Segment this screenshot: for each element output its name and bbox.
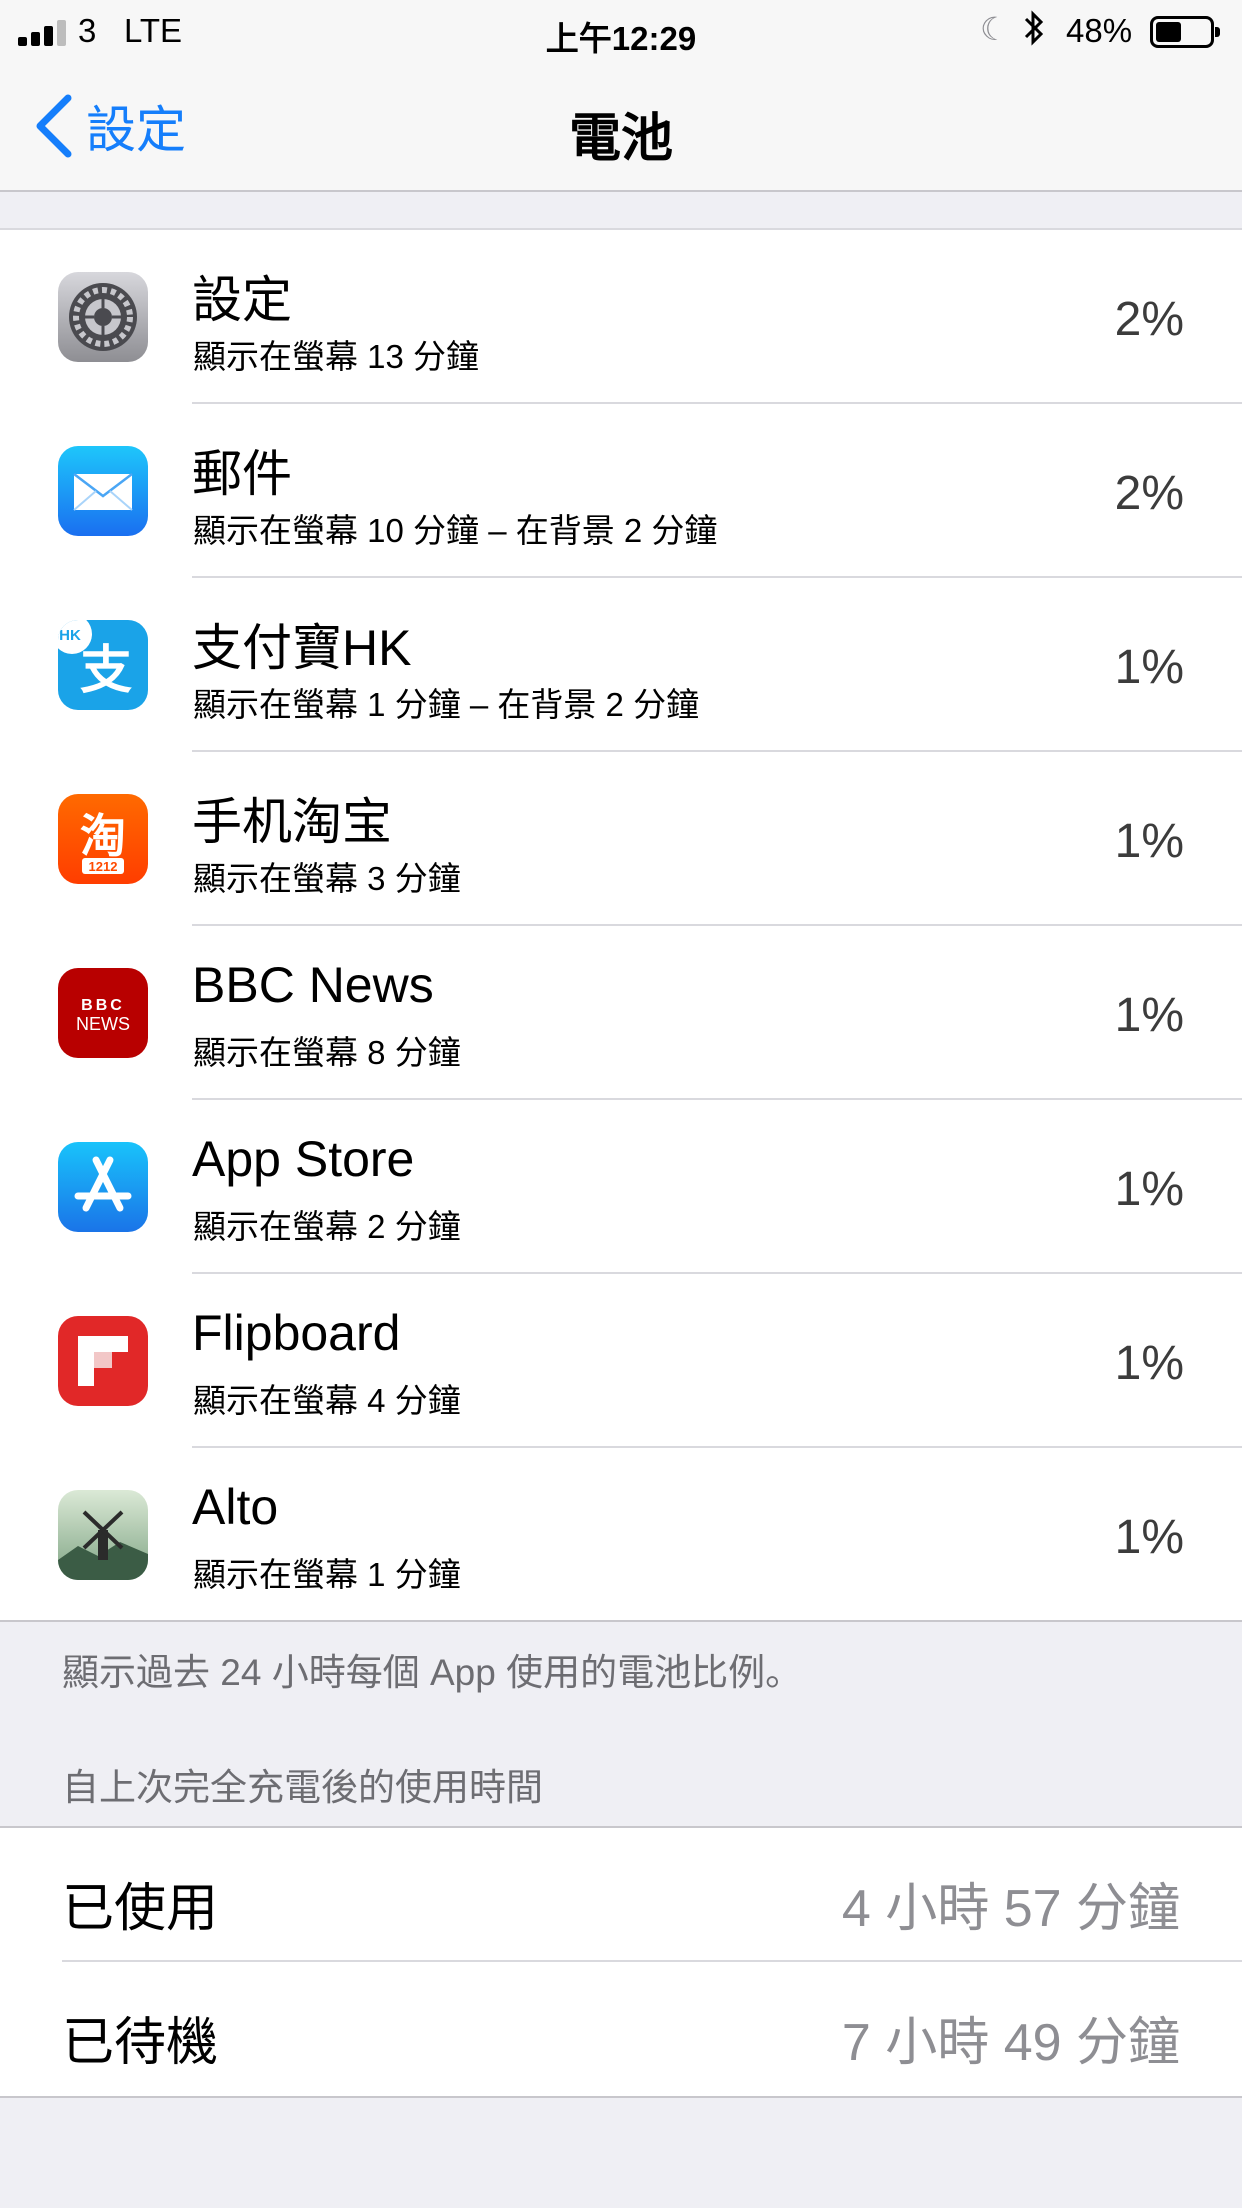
app-name: App Store: [192, 1131, 415, 1187]
svg-text:1212: 1212: [89, 859, 118, 874]
app-name: BBC News: [192, 957, 434, 1013]
svg-text:淘: 淘: [80, 809, 126, 863]
status-bar: 3 LTE 上午12:29 ☾ 48%: [0, 0, 1242, 62]
battery-icon: [1150, 16, 1220, 48]
app-row-app-store[interactable]: App Store 顯示在螢幕 2 分鐘 1%: [0, 1100, 1242, 1274]
usage-value: 4 小時 57 分鐘: [841, 1880, 1180, 1938]
app-battery-percent: 2%: [1114, 467, 1184, 520]
battery-footnote: 顯示過去 24 小時每個 App 使用的電池比例。: [62, 1652, 803, 1693]
app-row-alipay-hk[interactable]: HK 支 支付寶HK 顯示在螢幕 1 分鐘 – 在背景 2 分鐘 1%: [0, 578, 1242, 752]
app-row-settings[interactable]: 設定 顯示在螢幕 13 分鐘 2%: [0, 230, 1242, 404]
app-store-app-icon: [58, 1142, 148, 1232]
taobao-app-icon: 淘 1212: [58, 794, 148, 884]
bluetooth-icon: [1022, 8, 1046, 57]
usage-label: 已使用: [62, 1880, 219, 1938]
app-battery-percent: 2%: [1114, 293, 1184, 346]
navigation-bar: 設定 電池: [0, 62, 1242, 192]
usage-time-list: 已使用 4 小時 57 分鐘 已待機 7 小時 49 分鐘: [0, 1826, 1242, 2098]
usage-section-header: 自上次完全充電後的使用時間: [62, 1767, 543, 1808]
standby-value: 7 小時 49 分鐘: [841, 2014, 1180, 2072]
page-title: 電池: [568, 110, 673, 168]
svg-text:NEWS: NEWS: [76, 1014, 130, 1034]
mail-app-icon: [58, 446, 148, 536]
app-battery-list: 設定 顯示在螢幕 13 分鐘 2% 郵件 顯示在螢幕 10 分鐘 – 在背景 2…: [0, 228, 1242, 1622]
app-battery-percent: 1%: [1114, 1337, 1184, 1390]
app-name: 設定: [192, 272, 292, 328]
app-usage-detail: 顯示在螢幕 2 分鐘: [193, 1208, 461, 1245]
app-usage-detail: 顯示在螢幕 10 分鐘 – 在背景 2 分鐘: [193, 512, 718, 549]
app-row-alto[interactable]: Alto 顯示在螢幕 1 分鐘 1%: [0, 1448, 1242, 1622]
app-name: 支付寶HK: [192, 620, 412, 676]
standby-row: 已待機 7 小時 49 分鐘: [0, 1962, 1242, 2096]
svg-text:支: 支: [80, 641, 132, 701]
svg-text:BBC: BBC: [81, 997, 125, 1014]
battery-percent: 48%: [1066, 12, 1133, 49]
app-row-mail[interactable]: 郵件 顯示在螢幕 10 分鐘 – 在背景 2 分鐘 2%: [0, 404, 1242, 578]
app-battery-percent: 1%: [1114, 1511, 1184, 1564]
app-usage-detail: 顯示在螢幕 3 分鐘: [193, 860, 461, 897]
top-bar: 3 LTE 上午12:29 ☾ 48% 設定 電池: [0, 0, 1242, 192]
app-row-taobao[interactable]: 淘 1212 手机淘宝 顯示在螢幕 3 分鐘 1%: [0, 752, 1242, 926]
app-name: Flipboard: [192, 1305, 401, 1361]
app-usage-detail: 顯示在螢幕 1 分鐘: [193, 1556, 461, 1593]
app-name: Alto: [192, 1479, 279, 1535]
app-usage-detail: 顯示在螢幕 8 分鐘: [193, 1034, 461, 1071]
app-usage-detail: 顯示在螢幕 1 分鐘 – 在背景 2 分鐘: [193, 686, 700, 723]
alto-app-icon: [58, 1490, 148, 1580]
bbc-news-app-icon: BBC NEWS: [58, 968, 148, 1058]
app-battery-percent: 1%: [1114, 641, 1184, 694]
status-time: 上午12:29: [545, 20, 697, 57]
app-battery-percent: 1%: [1114, 989, 1184, 1042]
app-row-flipboard[interactable]: Flipboard 顯示在螢幕 4 分鐘 1%: [0, 1274, 1242, 1448]
app-usage-detail: 顯示在螢幕 4 分鐘: [193, 1382, 461, 1419]
flipboard-app-icon: [58, 1316, 148, 1406]
app-name: 手机淘宝: [192, 794, 392, 850]
settings-app-icon: [58, 272, 148, 362]
svg-text:HK: HK: [59, 627, 81, 644]
app-name: 郵件: [192, 446, 292, 502]
app-usage-detail: 顯示在螢幕 13 分鐘: [193, 338, 480, 375]
app-row-bbc-news[interactable]: BBC NEWS BBC News 顯示在螢幕 8 分鐘 1%: [0, 926, 1242, 1100]
standby-label: 已待機: [62, 2014, 219, 2072]
alipay-hk-app-icon: HK 支: [58, 620, 148, 710]
app-battery-percent: 1%: [1114, 1163, 1184, 1216]
usage-row: 已使用 4 小時 57 分鐘: [0, 1828, 1242, 1962]
do-not-disturb-icon: ☾: [980, 11, 1009, 47]
app-battery-percent: 1%: [1114, 815, 1184, 868]
